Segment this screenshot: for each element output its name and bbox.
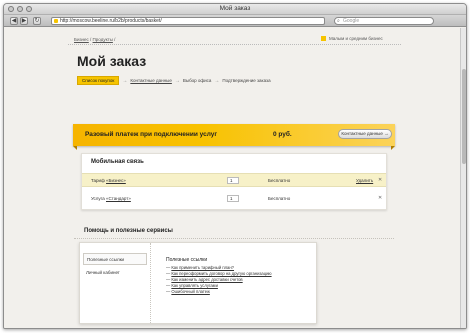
order-steps: Список покупок → Контактные данные → Выб… — [77, 76, 271, 85]
address-text: http://moscow.beeline.ru/b2b/products/ba… — [60, 18, 162, 24]
browser-window: Мой заказ ◀ ▶ ↻ http://moscow.beeline.ru… — [3, 3, 467, 329]
step-arrow-icon: → — [122, 77, 128, 84]
help-links-list: — Как применить тарифный план? — Как пер… — [166, 265, 272, 295]
breadcrumb: Бизнес / Продукты / — [74, 37, 115, 42]
quantity-input[interactable]: 1 — [227, 195, 239, 202]
segment-link[interactable]: Малым и средним бизнес — [321, 36, 383, 41]
help-link[interactable]: Как переоформить договор на другую орган… — [171, 271, 271, 276]
remove-icon[interactable]: ✕ — [378, 177, 382, 183]
divider — [74, 238, 394, 239]
step-arrow-icon: → — [214, 77, 220, 84]
cart-item-type: Тариф — [91, 178, 107, 183]
cart-item-link[interactable]: «Стандарт» — [106, 196, 131, 201]
cart-item-type: Услуга — [91, 196, 106, 201]
page-title: Мой заказ — [77, 53, 147, 69]
remove-icon[interactable]: ✕ — [378, 195, 382, 201]
help-links-title: Полезные ссылки — [166, 257, 208, 263]
help-link[interactable]: Как управлять услугами — [171, 283, 218, 288]
delete-link[interactable]: Удалить — [356, 178, 373, 183]
cart-card: Мобильная связь Тариф «Бизнес» 1 Бесплат… — [81, 153, 387, 210]
help-section-title: Помощь и полезные сервисы — [84, 228, 173, 234]
segment-marker-icon — [321, 36, 326, 41]
address-bar[interactable]: http://moscow.beeline.ru/b2b/products/ba… — [51, 17, 325, 25]
cart-title: Мобильная связь — [91, 159, 144, 165]
tab-personal-account[interactable]: Личный кабинет — [83, 267, 147, 279]
cart-item-link[interactable]: «Бизнес» — [106, 178, 126, 183]
page-content: Бизнес / Продукты / Малым и средним бизн… — [4, 28, 466, 328]
search-icon: ⌕ — [337, 18, 340, 24]
list-item[interactable]: — Ошибочный платеж — [166, 289, 272, 295]
payment-banner: Разовый платеж при подключении услуг 0 р… — [73, 124, 395, 146]
reload-button[interactable]: ↻ — [33, 17, 41, 25]
help-link[interactable]: Как изменить адрес доставки счетов — [171, 277, 242, 282]
cart-item-name: Тариф «Бизнес» — [91, 178, 126, 183]
step-office-choice: Выбор офиса — [182, 78, 212, 83]
vertical-scrollbar[interactable] — [460, 28, 466, 328]
search-placeholder: Google — [343, 18, 360, 24]
cart-item-name: Услуга «Стандарт» — [91, 196, 131, 201]
quantity-input[interactable]: 1 — [227, 177, 239, 184]
banner-price: 0 руб. — [273, 131, 292, 138]
browser-toolbar: ◀ ▶ ↻ http://moscow.beeline.ru/b2b/produ… — [4, 15, 466, 27]
back-button[interactable]: ◀ — [10, 17, 18, 25]
cart-row: Тариф «Бизнес» 1 Бесплатно Удалить ✕ — [82, 173, 386, 187]
step-contact-data-label: Контактные данные — [130, 78, 172, 83]
help-link[interactable]: Как применить тарифный план? — [171, 265, 234, 270]
title-bar: Мой заказ — [4, 4, 466, 15]
window-title: Мой заказ — [219, 5, 251, 12]
banner-title: Разовый платеж при подключении услуг — [85, 131, 218, 138]
search-field[interactable]: ⌕ Google — [334, 17, 434, 25]
segment-link-label: Малым и средним бизнес — [329, 36, 383, 41]
tab-useful-links[interactable]: Полезные ссылки — [83, 253, 147, 265]
breadcrumb-products[interactable]: Продукты — [93, 37, 113, 42]
contact-data-button[interactable]: Контактные данные → — [338, 129, 392, 139]
scrollbar-thumb[interactable] — [462, 69, 466, 164]
forward-button[interactable]: ▶ — [20, 17, 28, 25]
step-arrow-icon: → — [174, 77, 180, 84]
banner-fold — [391, 146, 395, 150]
help-card: Полезные ссылки Личный кабинет Полезные … — [79, 242, 317, 324]
site-favicon-icon — [54, 19, 58, 23]
help-tabs: Полезные ссылки Личный кабинет — [80, 243, 151, 323]
step-contact-data[interactable]: Контактные данные — [130, 78, 172, 83]
cart-item-price: Бесплатно — [268, 196, 291, 201]
breadcrumb-separator: / — [112, 37, 116, 42]
cart-item-price: Бесплатно — [268, 178, 291, 183]
step-order-confirmation: Подтверждение заказа — [222, 78, 271, 83]
breadcrumb-business[interactable]: Бизнес — [74, 37, 89, 42]
banner-fold — [73, 146, 77, 150]
help-link[interactable]: Ошибочный платеж — [171, 289, 210, 294]
divider — [68, 44, 401, 45]
step-shopping-list: Список покупок — [77, 76, 120, 85]
cart-row: Услуга «Стандарт» 1 Бесплатно ✕ — [82, 192, 386, 206]
